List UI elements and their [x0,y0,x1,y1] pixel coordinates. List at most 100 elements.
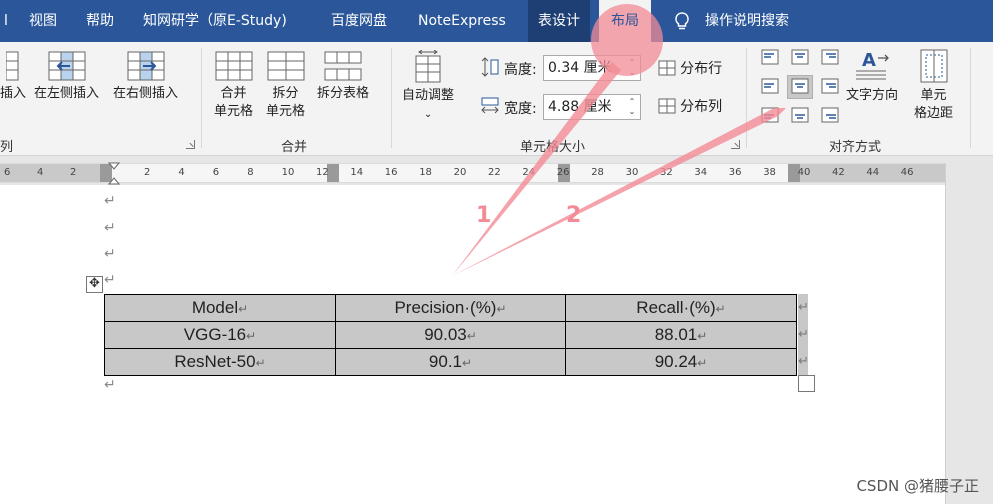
table-cell[interactable]: 88.01↵ [565,321,797,349]
table-cell[interactable]: ResNet-50↵ [104,348,336,376]
table-cell[interactable]: 90.24↵ [565,348,797,376]
cell-margins-button[interactable]: 单元 格边距 [914,48,953,123]
spin-down-icon[interactable]: ⌄ [626,107,638,117]
ruler-tick-label: 2 [70,167,77,178]
ruler-tick-label: 4 [178,167,185,178]
document-table[interactable]: Model↵ Precision·(%)↵ Recall·(%)↵ VGG-16… [104,294,797,376]
cell-text: 88.01 [654,325,698,344]
split-table-icon [324,51,362,81]
insert-left-label: 在左侧插入 [34,86,100,101]
ruler-tick-label: 40 [797,167,811,178]
distribute-rows-label: 分布行 [680,61,723,77]
tab-references-partial[interactable]: l [4,0,8,42]
table-header-cell[interactable]: Recall·(%)↵ [565,294,797,322]
table-cell[interactable]: 90.1↵ [335,348,566,376]
alignment-grid-icons [761,49,839,123]
rows-columns-dialog-launcher[interactable] [186,140,195,149]
split-cells-icon [267,51,304,81]
ruler-tick-label: 46 [900,167,914,178]
cell-margins-label-1: 单元 [920,88,947,103]
table-header-cell[interactable]: Model↵ [104,294,336,322]
tell-me-search[interactable]: 操作说明搜索 [705,0,789,42]
height-label: 高度: [504,62,537,78]
row-end-mark: ↵ [798,294,809,321]
cell-width-spinner[interactable]: ⌃ ⌄ [626,97,638,117]
distribute-rows-button[interactable]: 分布行 [658,60,722,79]
tab-cnki[interactable]: 知网研学（原E-Study) [143,0,287,42]
cell-height-spinner[interactable]: ⌃ ⌄ [626,58,638,78]
cell-end-mark: ↵ [255,356,266,370]
horizontal-ruler[interactable]: 6 4 2 2 4 6 8 10 12 14 16 18 20 22 24 26 28 30 32 34 36 38 40 4… [0,162,945,186]
tab-noteexpress[interactable]: NoteExpress [418,0,506,42]
row-height-icon [481,57,499,77]
ruler-tick-label: 8 [247,167,254,178]
cell-text: VGG-16 [183,325,247,344]
table-resize-handle[interactable] [798,375,815,392]
header-text: Precision·(%) [394,298,497,317]
tab-baidu-netdisk[interactable]: 百度网盘 [331,0,387,42]
indent-marker-icon[interactable] [108,162,120,186]
distribute-columns-button[interactable]: 分布列 [658,98,722,117]
cell-end-mark: ↵ [496,302,507,316]
table-row: Model↵ Precision·(%)↵ Recall·(%)↵ [104,294,797,322]
cell-width-value: 4.88 厘米 [548,99,612,115]
table-move-handle-icon[interactable]: ✥ [86,276,103,293]
spin-up-icon[interactable]: ⌃ [626,97,638,107]
cell-margins-icon [920,49,947,83]
merge-cells-label-2: 单元格 [214,104,254,119]
tab-view[interactable]: 视图 [29,0,57,42]
row-end-mark: ↵ [798,321,809,348]
cell-end-mark: ↵ [466,329,477,343]
distribute-columns-label: 分布列 [680,99,723,115]
table-header-cell[interactable]: Precision·(%)↵ [335,294,566,322]
insert-right-label: 在右侧插入 [113,86,179,101]
column-width-icon [481,97,499,114]
split-table-button[interactable]: 拆分表格 [317,50,369,103]
tab-layout-label: 布局 [611,13,639,29]
paragraph-mark: ↵ [104,193,116,209]
group-separator [391,48,392,148]
table-row: VGG-16↵ 90.03↵ 88.01↵ [104,321,797,349]
table-cell[interactable]: VGG-16↵ [104,321,336,349]
ruler-tick-label: 2 [144,167,151,178]
autofit-button[interactable]: 自动调整 ⌄ [402,50,454,124]
split-cells-button[interactable]: 拆分 单元格 [266,50,305,121]
vertical-scrollbar[interactable] [945,163,993,504]
ruler-tick-label: 20 [453,167,467,178]
watermark: CSDN @猪腰子正 [856,477,979,495]
insert-left-button[interactable]: 在左侧插入 [34,50,99,103]
cell-height-input[interactable]: 0.34 厘米 ⌃ ⌄ [543,55,641,81]
ruler-tick-label: 30 [625,167,639,178]
group-separator [970,48,971,148]
ruler-column-marker[interactable] [327,164,339,182]
paragraph-mark: ↵ [104,377,116,393]
ribbon-layout: 插入 在左侧插入 在右侧插入 列 合并 单元格 拆分 单元格 拆分表格 合并 自… [0,42,993,156]
spin-down-icon[interactable]: ⌄ [626,68,638,78]
insert-left-icon [48,51,85,81]
cell-text: 90.03 [424,325,467,344]
text-direction-label: 文字方向 [846,88,899,103]
merge-cells-button[interactable]: 合并 单元格 [214,50,253,121]
ruler-tick-label: 38 [763,167,776,178]
cell-text: 90.1 [428,352,463,371]
insert-right-icon [127,51,164,81]
cell-end-mark: ↵ [246,329,257,343]
cell-end-mark: ↵ [715,302,726,316]
lightbulb-icon [675,12,689,30]
tab-table-design[interactable]: 表设计 [528,0,590,42]
table-cell[interactable]: 90.03↵ [335,321,566,349]
tab-help[interactable]: 帮助 [86,0,114,42]
cell-size-dialog-launcher[interactable] [731,140,740,149]
spin-up-icon[interactable]: ⌃ [626,58,638,68]
cell-width-input[interactable]: 4.88 厘米 ⌃ ⌄ [543,94,641,120]
text-direction-button[interactable]: A 文字方向 [846,48,898,105]
insert-below-button[interactable]: 插入 [0,50,26,103]
cell-end-mark: ↵ [462,356,473,370]
ruler-tick-label: 22 [488,167,501,178]
group-separator [201,48,202,148]
insert-right-button[interactable]: 在右侧插入 [113,50,178,103]
ruler-tick-label: 10 [281,167,295,178]
ruler-tick-label: 32 [660,167,673,178]
autofit-icon [415,50,441,83]
paragraph-mark: ↵ [104,246,116,262]
